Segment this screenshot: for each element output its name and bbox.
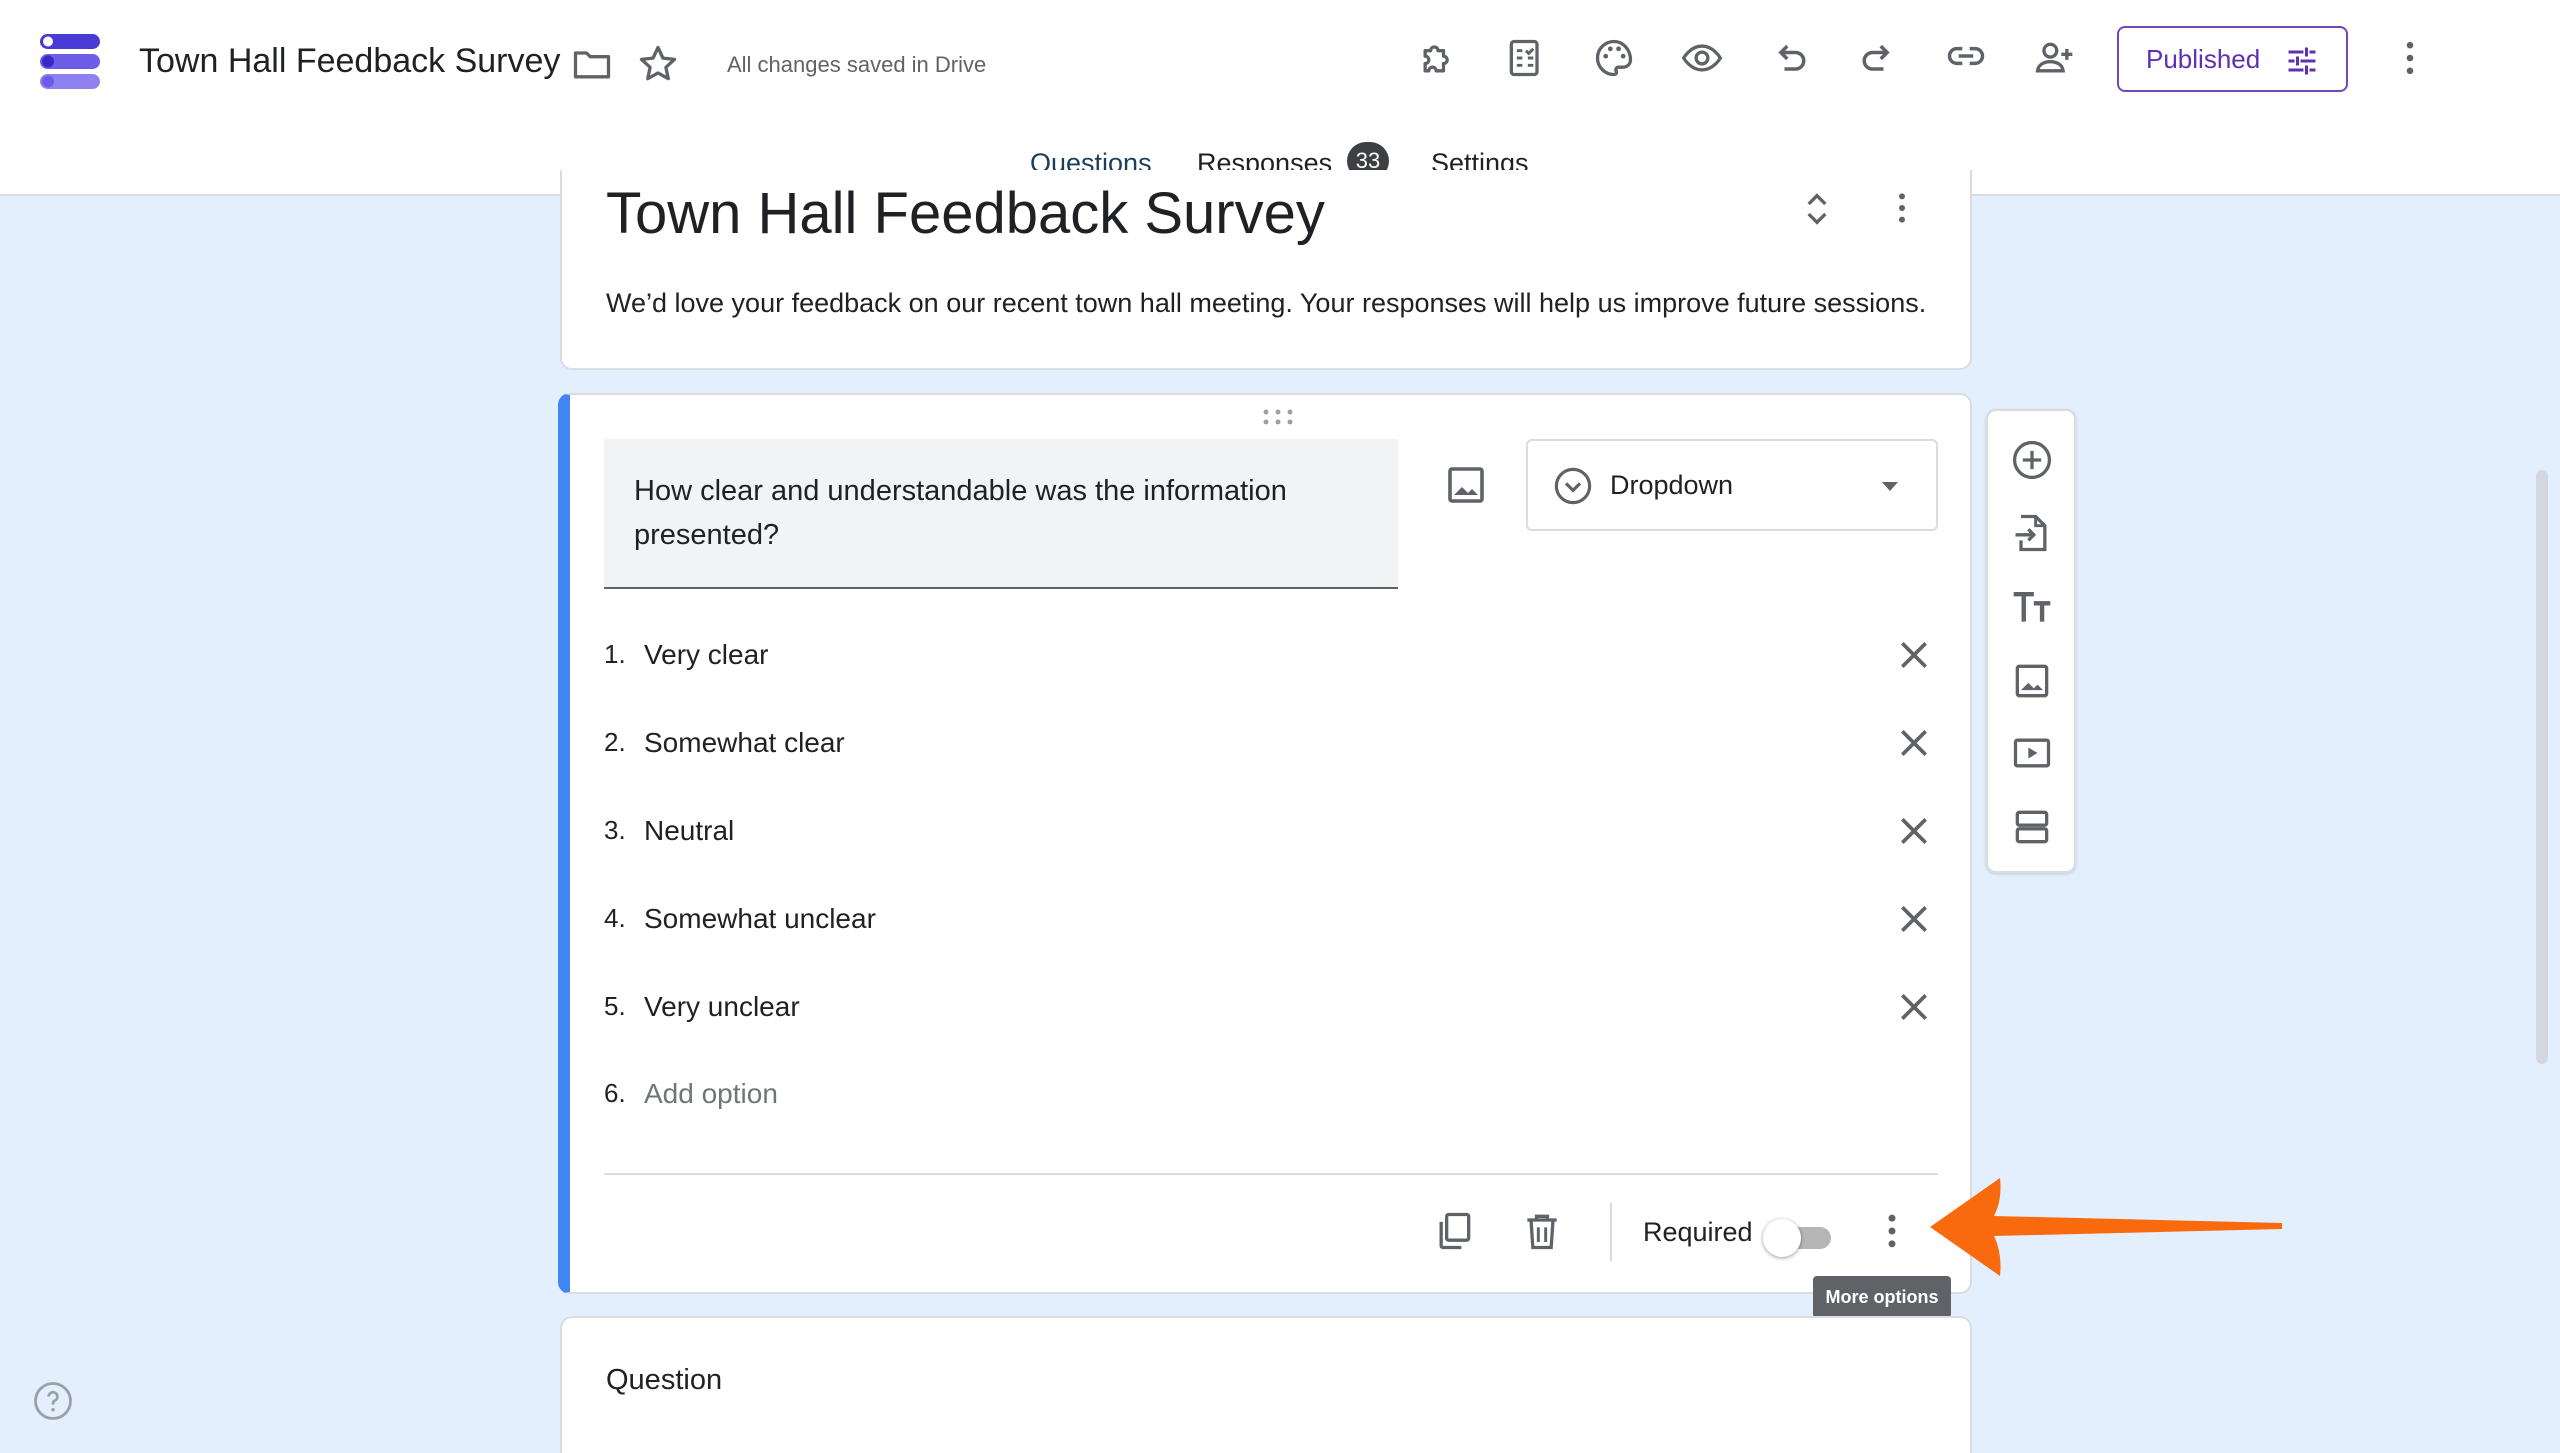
move-to-folder-icon[interactable] — [566, 38, 618, 90]
next-question-title[interactable]: Question — [606, 1364, 722, 1397]
drag-handle-icon[interactable] — [1260, 407, 1296, 427]
scrollbar[interactable] — [2536, 470, 2548, 1064]
option-label[interactable]: Somewhat unclear — [644, 903, 876, 935]
required-label: Required — [1643, 1217, 1753, 1247]
more-vert-icon[interactable] — [2384, 32, 2436, 84]
add-image-icon[interactable] — [1442, 461, 1490, 509]
close-icon[interactable] — [1894, 899, 1934, 939]
published-button-label: Published — [2146, 43, 2261, 74]
next-question-card[interactable]: Question — [560, 1316, 1972, 1453]
divider — [604, 1173, 1938, 1175]
more-options-tooltip: More options — [1813, 1276, 1951, 1318]
close-icon[interactable] — [1894, 635, 1934, 675]
tune-icon — [2288, 47, 2316, 75]
undo-icon[interactable] — [1764, 32, 1816, 84]
annotation-arrow — [1930, 1178, 2282, 1276]
close-icon[interactable] — [1894, 723, 1934, 763]
chevron-down-icon — [1882, 482, 1898, 491]
star-icon[interactable] — [632, 38, 684, 90]
list-item: 5. Very unclear — [604, 979, 1927, 1039]
add-image-icon[interactable] — [2010, 659, 2054, 703]
option-number: 1. — [604, 639, 626, 669]
add-title-icon[interactable] — [2010, 585, 2054, 629]
published-button[interactable]: Published — [2117, 26, 2348, 92]
option-label[interactable]: Very clear — [644, 639, 769, 671]
form-title[interactable]: Town Hall Feedback Survey — [606, 180, 1325, 247]
addon-icon[interactable] — [1412, 32, 1464, 84]
question-type-label: Dropdown — [1610, 469, 1734, 500]
duplicate-icon[interactable] — [1432, 1209, 1476, 1253]
close-icon[interactable] — [1894, 987, 1934, 1027]
dropdown-type-icon — [1554, 467, 1592, 505]
option-label[interactable]: Neutral — [644, 815, 734, 847]
quiz-icon[interactable] — [1500, 32, 1552, 84]
close-icon[interactable] — [1894, 811, 1934, 851]
link-icon[interactable] — [1940, 30, 1992, 82]
option-number: 3. — [604, 815, 626, 845]
collapse-icon[interactable] — [1797, 189, 1837, 229]
title-more-icon[interactable] — [1882, 188, 1922, 228]
floating-toolbar — [1986, 409, 2076, 873]
list-item: 1. Very clear — [604, 627, 1927, 687]
toggle-thumb — [1763, 1219, 1801, 1257]
add-option-row: 6. Add option — [604, 1066, 1904, 1126]
option-number: 5. — [604, 991, 626, 1021]
add-question-icon[interactable] — [2010, 438, 2054, 482]
list-item: 4. Somewhat unclear — [604, 891, 1927, 951]
import-questions-icon[interactable] — [2010, 511, 2054, 555]
list-item: 3. Neutral — [604, 803, 1927, 863]
redo-icon[interactable] — [1852, 32, 1904, 84]
question-type-dropdown[interactable]: Dropdown — [1526, 439, 1938, 531]
required-toggle[interactable] — [1763, 1219, 1837, 1257]
save-status: All changes saved in Drive — [727, 52, 987, 77]
question-card[interactable]: How clear and understandable was the inf… — [558, 393, 1972, 1294]
add-collaborator-icon[interactable] — [2028, 32, 2080, 84]
more-options-icon[interactable] — [1870, 1209, 1914, 1253]
form-title-card[interactable]: Town Hall Feedback Survey We’d love your… — [560, 170, 1972, 370]
option-number: 4. — [604, 903, 626, 933]
question-text-field[interactable]: How clear and understandable was the inf… — [604, 439, 1398, 589]
add-video-icon[interactable] — [2010, 731, 2054, 775]
form-description[interactable]: We’d love your feedback on our recent to… — [606, 288, 1926, 319]
palette-icon[interactable] — [1588, 32, 1640, 84]
option-number: 2. — [604, 727, 626, 757]
divider — [1610, 1203, 1612, 1261]
help-icon[interactable] — [32, 1380, 74, 1422]
add-option-input[interactable]: Add option — [644, 1078, 778, 1110]
document-title[interactable]: Town Hall Feedback Survey — [139, 42, 560, 81]
delete-icon[interactable] — [1520, 1209, 1564, 1253]
list-item: 2. Somewhat clear — [604, 715, 1927, 775]
option-label[interactable]: Very unclear — [644, 991, 800, 1023]
app-header: Town Hall Feedback Survey All changes sa… — [0, 0, 2560, 196]
add-section-icon[interactable] — [2010, 805, 2054, 849]
option-number: 6. — [604, 1078, 626, 1108]
option-label[interactable]: Somewhat clear — [644, 727, 845, 759]
forms-logo-icon[interactable] — [38, 32, 102, 92]
preview-icon[interactable] — [1676, 32, 1728, 84]
